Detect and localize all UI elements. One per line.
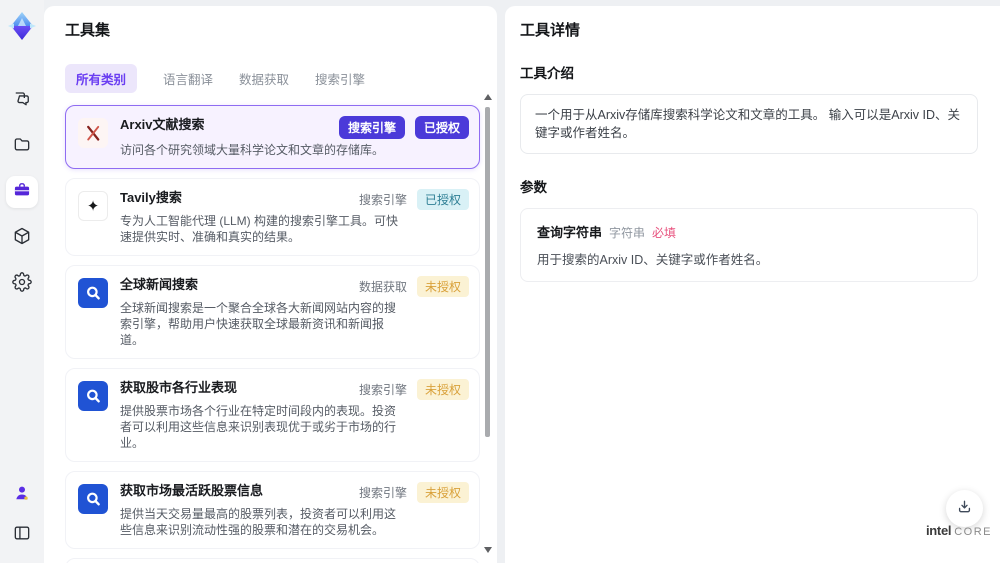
card-body: Arxiv文献搜索 搜索引擎 已授权 访问各个研究领域大量科学论文和文章的存储库…: [120, 116, 469, 158]
blue-search-icon: [78, 381, 108, 411]
toolbox-icon: [12, 180, 32, 205]
params-heading: 参数: [520, 180, 547, 195]
tool-description: 提供当天交易量最高的股票列表，投资者可以利用这些信息来识别流动性强的股票和潜在的…: [120, 507, 397, 537]
panel-toggle-icon: [12, 523, 32, 548]
status-badge-authorized: 已授权: [414, 116, 469, 139]
intro-heading: 工具介绍: [520, 66, 574, 81]
collapse-panel-button[interactable]: [6, 519, 38, 551]
category-tabs: 所有类别 语言翻译 数据获取 搜索引擎: [65, 64, 480, 93]
status-badge-unauthorized: 未授权: [416, 276, 469, 297]
intel-core-logo: intel core: [920, 524, 998, 539]
param-type: 字符串: [609, 226, 646, 240]
card-body: 获取市场最活跃股票信息 搜索引擎 未授权 提供当天交易量最高的股票列表，投资者可…: [120, 482, 469, 538]
scrollbar-up-arrow-icon[interactable]: [484, 94, 492, 100]
app-gem-logo: [6, 10, 38, 42]
tool-card-arxiv[interactable]: Arxiv文献搜索 搜索引擎 已授权 访问各个研究领域大量科学论文和文章的存储库…: [65, 105, 480, 169]
param-description: 用于搜索的Arxiv ID、关键字或作者姓名。: [537, 253, 769, 267]
folder-nav-button[interactable]: [6, 130, 38, 162]
chat-icon: [12, 88, 32, 113]
tool-card-most-active-stocks[interactable]: 获取市场最活跃股票信息 搜索引擎 未授权 提供当天交易量最高的股票列表，投资者可…: [65, 471, 480, 549]
cube-icon: [12, 226, 32, 251]
download-icon: [955, 497, 974, 521]
intro-text-box: 一个用于从Arxiv存储库搜索科学论文和文章的工具。 输入可以是Arxiv ID…: [520, 94, 978, 154]
tool-title: Tavily搜索: [120, 190, 182, 205]
tool-title: 全球新闻搜索: [120, 277, 199, 292]
category-label: 搜索引擎: [358, 193, 407, 207]
toolset-panel: 工具集 所有类别 语言翻译 数据获取 搜索引擎 Arxiv文献搜索 搜索引擎 已…: [44, 6, 497, 563]
tool-card-list: Arxiv文献搜索 搜索引擎 已授权 访问各个研究领域大量科学论文和文章的存储库…: [65, 105, 480, 563]
chat-nav-button[interactable]: [6, 84, 38, 116]
tool-title: Arxiv文献搜索: [120, 117, 205, 132]
category-label: 搜索引擎: [358, 383, 407, 397]
status-badge-unauthorized: 未授权: [416, 482, 469, 503]
gear-icon: [12, 271, 32, 297]
detail-title: 工具详情: [520, 22, 581, 39]
rail-nav: [6, 84, 38, 300]
card-body: 获取股市各行业表现 搜索引擎 未授权 提供股票市场各个行业在特定时间段内的表现。…: [120, 379, 469, 451]
cube-nav-button[interactable]: [6, 222, 38, 254]
tool-title: 获取股市各行业表现: [120, 380, 238, 395]
scrollbar-thumb[interactable]: [485, 107, 490, 437]
folder-icon: [12, 134, 32, 159]
parameter-card: 查询字符串 字符串 必填 用于搜索的Arxiv ID、关键字或作者姓名。: [520, 208, 978, 282]
user-icon: [12, 483, 32, 508]
category-label: 数据获取: [358, 280, 407, 294]
param-required-label: 必填: [652, 226, 677, 240]
download-button[interactable]: [946, 490, 983, 527]
sparkle-glyph: ✦: [86, 198, 100, 215]
sparkle-icon: ✦: [78, 191, 108, 221]
tab-search-engine[interactable]: 搜索引擎: [315, 64, 365, 93]
tab-data-acquisition[interactable]: 数据获取: [239, 64, 289, 93]
tool-description: 全球新闻搜索是一个聚合全球各大新闻网站内容的搜索引擎，帮助用户快速获取全球最新资…: [120, 301, 397, 347]
card-body: 全球新闻搜索 数据获取 未授权 全球新闻搜索是一个聚合全球各大新闻网站内容的搜索…: [120, 276, 469, 348]
param-name: 查询字符串: [537, 225, 603, 240]
tool-description: 提供股票市场各个行业在特定时间段内的表现。投资者可以利用这些信息来识别表现优于或…: [120, 404, 397, 450]
tool-card-tavily[interactable]: ✦ Tavily搜索 搜索引擎 已授权 专为人工智能代理 (LLM) 构建的搜索…: [65, 178, 480, 256]
card-body: Tavily搜索 搜索引擎 已授权 专为人工智能代理 (LLM) 构建的搜索引擎…: [120, 189, 469, 245]
tool-detail-panel: 工具详情 工具介绍 一个用于从Arxiv存储库搜索科学论文和文章的工具。 输入可…: [505, 6, 1000, 563]
arxiv-x-icon: [78, 118, 108, 148]
tool-card-global-news[interactable]: 全球新闻搜索 数据获取 未授权 全球新闻搜索是一个聚合全球各大新闻网站内容的搜索…: [65, 265, 480, 359]
tab-all-categories[interactable]: 所有类别: [65, 64, 138, 93]
scrollbar-down-arrow-icon[interactable]: [484, 547, 492, 553]
category-badge: 搜索引擎: [338, 116, 405, 139]
toolset-title: 工具集: [65, 22, 111, 39]
category-label: 搜索引擎: [358, 486, 407, 500]
tool-title: 获取市场最活跃股票信息: [120, 483, 264, 498]
tool-card-regional-news[interactable]: 万维地区新闻查询 搜索引擎 未授权 查询具体行政区划内的新闻，快速了解各地新闻动: [65, 558, 480, 563]
status-badge-authorized: 已授权: [416, 189, 469, 210]
status-badge-unauthorized: 未授权: [416, 379, 469, 400]
tool-description: 访问各个研究领域大量科学论文和文章的存储库。: [120, 143, 385, 157]
blue-search-icon: [78, 484, 108, 514]
blue-search-icon: [78, 278, 108, 308]
rail-bottom: [6, 479, 38, 551]
left-rail: [0, 0, 44, 563]
tab-language-translation[interactable]: 语言翻译: [163, 64, 213, 93]
tool-description: 专为人工智能代理 (LLM) 构建的搜索引擎工具。可快速提供实时、准确和真实的结…: [120, 214, 399, 244]
list-scrollbar[interactable]: [483, 94, 492, 553]
core-brand-text: core: [954, 526, 992, 538]
toolbox-nav-button[interactable]: [6, 176, 38, 208]
settings-nav-button[interactable]: [6, 268, 38, 300]
tool-card-sector-performance[interactable]: 获取股市各行业表现 搜索引擎 未授权 提供股票市场各个行业在特定时间段内的表现。…: [65, 368, 480, 462]
intel-brand-text: intel: [925, 523, 952, 538]
account-button[interactable]: [6, 479, 38, 511]
